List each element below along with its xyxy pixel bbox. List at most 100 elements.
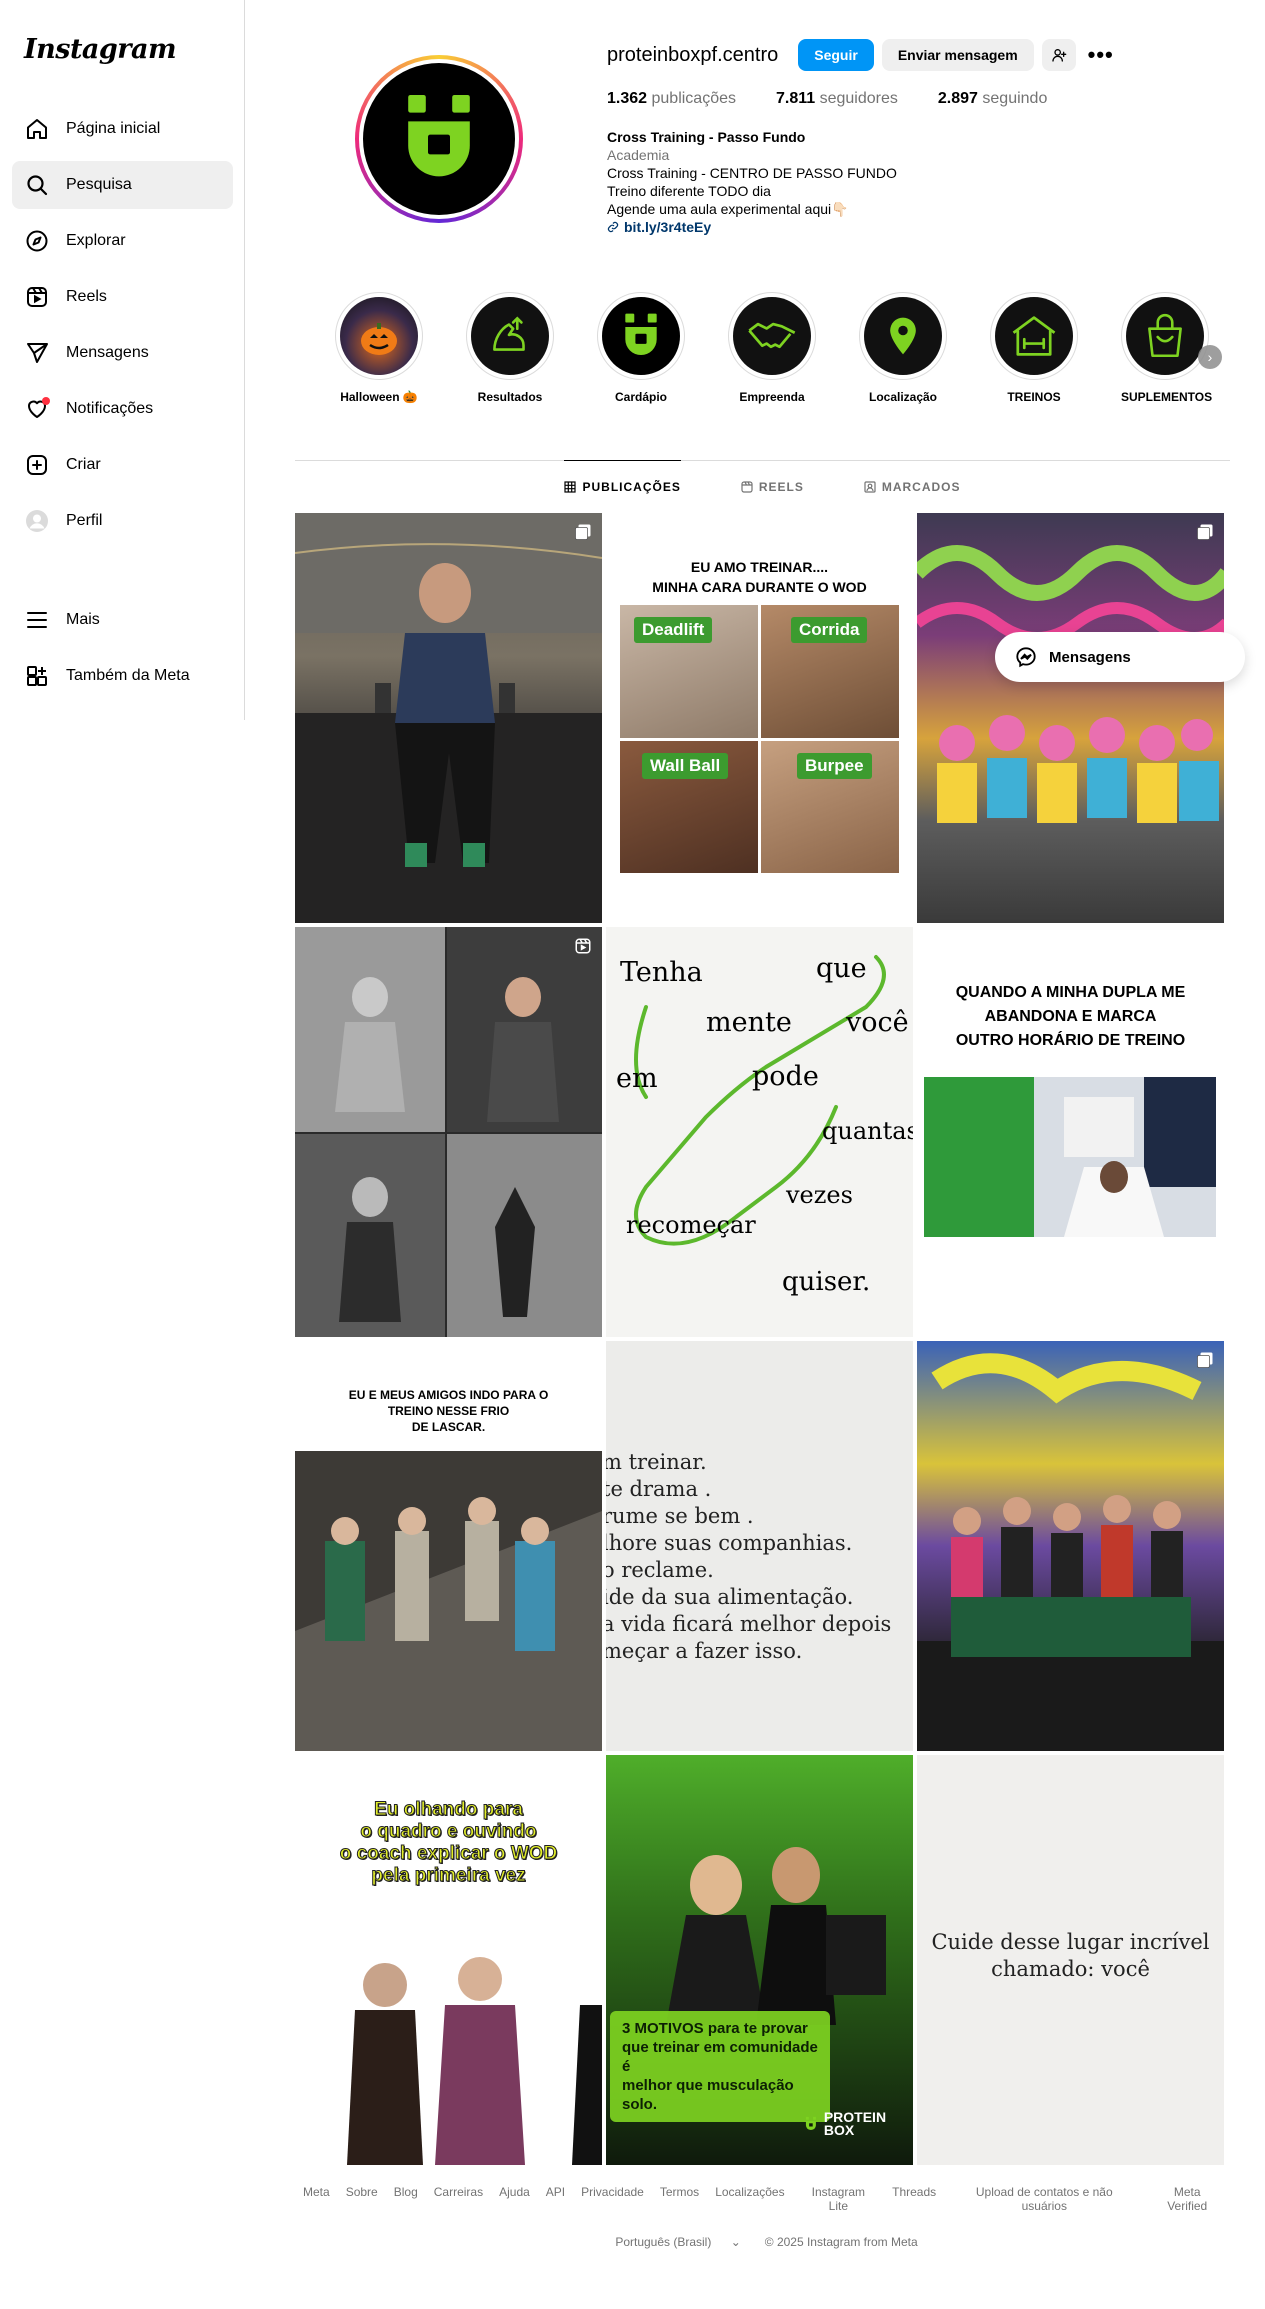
compass-icon bbox=[24, 228, 50, 254]
menu-icon bbox=[24, 607, 50, 633]
nav-label: Explorar bbox=[66, 232, 126, 249]
chevron-down-icon: ⌄ bbox=[730, 2235, 741, 2249]
nav-item-reels[interactable]: Reels bbox=[12, 273, 233, 321]
post-caption: QUANDO A MINHA DUPLA ME ABANDONA E MARCA… bbox=[955, 984, 1186, 1049]
follow-button[interactable]: Seguir bbox=[798, 39, 874, 71]
post-item[interactable]: Tenha que mente você em pode quantas vez… bbox=[606, 927, 913, 1337]
brand-mark: PROTEIN BOX bbox=[802, 2110, 902, 2137]
footer-link[interactable]: API bbox=[546, 2185, 565, 2213]
nav-label: Mais bbox=[66, 611, 100, 628]
footer-link[interactable]: Localizações bbox=[715, 2185, 784, 2213]
highlight-cardapio[interactable]: Cardápio bbox=[597, 292, 685, 404]
post-item[interactable]: Cuide desse lugar incrível chamado: você bbox=[917, 1755, 1224, 2165]
messenger-icon bbox=[1016, 647, 1036, 668]
nav-label: Reels bbox=[66, 288, 107, 305]
chevron-right-icon: › bbox=[1207, 349, 1213, 365]
highlights-next-button[interactable]: › bbox=[1198, 345, 1222, 369]
post-item[interactable] bbox=[295, 513, 602, 923]
highlight-halloween[interactable]: Halloween 🎃 bbox=[335, 292, 423, 404]
nav-item-create[interactable]: Criar bbox=[12, 441, 233, 489]
footer-link[interactable]: Blog bbox=[394, 2185, 418, 2213]
search-icon bbox=[24, 172, 50, 198]
nav-item-explore[interactable]: Explorar bbox=[12, 217, 233, 265]
footer-link[interactable]: Instagram Lite bbox=[801, 2185, 877, 2213]
highlight-localizacao[interactable]: Localização bbox=[859, 292, 947, 404]
location-pin-icon bbox=[864, 297, 942, 375]
footer-links: Meta Sobre Blog Carreiras Ajuda API Priv… bbox=[295, 2185, 1230, 2213]
post-item[interactable]: EU AMO TREINAR.... MINHA CARA DURANTE O … bbox=[606, 513, 913, 923]
bio-link[interactable]: bit.ly/3r4teEy bbox=[607, 218, 1227, 236]
nav-label: Também da Meta bbox=[66, 667, 190, 684]
nav-item-notifications[interactable]: Notificações bbox=[12, 385, 233, 433]
notification-dot bbox=[42, 397, 50, 405]
footer-link[interactable]: Threads bbox=[892, 2185, 936, 2213]
more-options-icon[interactable]: ••• bbox=[1088, 42, 1114, 68]
tab-marcados[interactable]: MARCADOS bbox=[864, 460, 961, 512]
send-message-button[interactable]: Enviar mensagem bbox=[881, 39, 1034, 71]
poem-word: que bbox=[816, 953, 867, 984]
meme-cell: Wall Ball bbox=[620, 740, 758, 873]
profile-tabs: PUBLICAÇÕES REELS MARCADOS bbox=[295, 460, 1230, 512]
highlight-empreenda[interactable]: Empreenda bbox=[728, 292, 816, 404]
carousel-icon bbox=[575, 524, 591, 540]
brand-logo-icon bbox=[602, 297, 680, 375]
highlight-suplementos[interactable]: SUPLEMENTOS bbox=[1121, 292, 1212, 404]
profile-stats: 1.362 publicações 7.811 seguidores 2.897… bbox=[607, 90, 1227, 108]
nav-item-profile[interactable]: Perfil bbox=[12, 497, 233, 545]
bicep-icon bbox=[471, 297, 549, 375]
footer-link[interactable]: Meta Verified bbox=[1152, 2185, 1222, 2213]
nav-list: Página inicial Pesquisa Explorar Reels M… bbox=[12, 105, 233, 553]
post-item[interactable] bbox=[917, 1341, 1224, 1751]
post-item[interactable] bbox=[295, 927, 602, 1337]
post-item[interactable]: QUANDO A MINHA DUPLA ME ABANDONA E MARCA… bbox=[917, 927, 1224, 1337]
nav-item-search[interactable]: Pesquisa bbox=[12, 161, 233, 209]
instagram-logo[interactable]: Instagram bbox=[24, 34, 177, 65]
post-image bbox=[295, 1451, 602, 1751]
nav-item-more[interactable]: Mais bbox=[12, 596, 233, 644]
poem-word: quantas bbox=[822, 1117, 913, 1145]
highlight-resultados[interactable]: Resultados bbox=[466, 292, 554, 404]
footer-link[interactable]: Upload de contatos e não usuários bbox=[952, 2185, 1136, 2213]
post-image bbox=[917, 1353, 1224, 1751]
poem-word: mente bbox=[706, 1007, 792, 1038]
post-caption: Eu olhando para o quadro e ouvindo o coa… bbox=[339, 1799, 558, 1887]
post-text: Cuide desse lugar incrível chamado: você bbox=[931, 1930, 1210, 1981]
brand-logo-icon bbox=[363, 63, 515, 215]
stat-posts[interactable]: 1.362 publicações bbox=[607, 90, 736, 108]
suggest-user-button[interactable] bbox=[1041, 39, 1076, 71]
nav-item-meta[interactable]: Também da Meta bbox=[12, 652, 233, 700]
post-item[interactable]: EU E MEUS AMIGOS INDO PARA O TREINO NESS… bbox=[295, 1341, 602, 1751]
post-item[interactable]: m treinar. te drama . rume se bem . lhor… bbox=[606, 1341, 913, 1751]
meme-grid: Deadlift Corrida Wall Ball Burpee bbox=[620, 605, 899, 873]
highlight-treinos[interactable]: TREINOS bbox=[990, 292, 1078, 404]
footer-link[interactable]: Privacidade bbox=[581, 2185, 644, 2213]
nav-item-home[interactable]: Página inicial bbox=[12, 105, 233, 153]
post-item[interactable]: 3 MOTIVOS para te provar que treinar em … bbox=[606, 1755, 913, 2165]
language-select[interactable]: Português (Brasil) ⌄ bbox=[607, 2235, 748, 2249]
nav-label: Mensagens bbox=[66, 344, 149, 361]
profile-avatar[interactable] bbox=[355, 55, 523, 223]
footer-link[interactable]: Sobre bbox=[346, 2185, 378, 2213]
tab-reels[interactable]: REELS bbox=[741, 460, 804, 512]
footer: Meta Sobre Blog Carreiras Ajuda API Priv… bbox=[295, 2185, 1230, 2249]
footer-link[interactable]: Carreiras bbox=[434, 2185, 483, 2213]
story-highlights: Halloween 🎃 Resultados Cardápio Empreend… bbox=[335, 292, 1215, 404]
stat-following[interactable]: 2.897 seguindo bbox=[938, 90, 1047, 108]
profile-info: proteinboxpf.centro Seguir Enviar mensag… bbox=[607, 38, 1227, 236]
meme-cell: Corrida bbox=[761, 605, 899, 738]
tab-publicacoes[interactable]: PUBLICAÇÕES bbox=[564, 460, 681, 512]
bio-line: Agende uma aula experimental aqui👇🏻 bbox=[607, 201, 849, 217]
nav-item-messages[interactable]: Mensagens bbox=[12, 329, 233, 377]
post-item[interactable] bbox=[917, 513, 1224, 923]
heart-icon bbox=[24, 396, 50, 422]
post-item[interactable]: Eu olhando para o quadro e ouvindo o coa… bbox=[295, 1755, 602, 2165]
footer-link[interactable]: Termos bbox=[660, 2185, 699, 2213]
footer-link[interactable]: Ajuda bbox=[499, 2185, 530, 2213]
nav-label: Perfil bbox=[66, 512, 103, 529]
reels-icon bbox=[741, 480, 753, 493]
footer-link[interactable]: Meta bbox=[303, 2185, 330, 2213]
messages-pill[interactable]: Mensagens bbox=[995, 632, 1245, 682]
nav-label: Notificações bbox=[66, 400, 154, 417]
stat-followers[interactable]: 7.811 seguidores bbox=[776, 90, 898, 108]
add-user-icon bbox=[1051, 49, 1066, 62]
